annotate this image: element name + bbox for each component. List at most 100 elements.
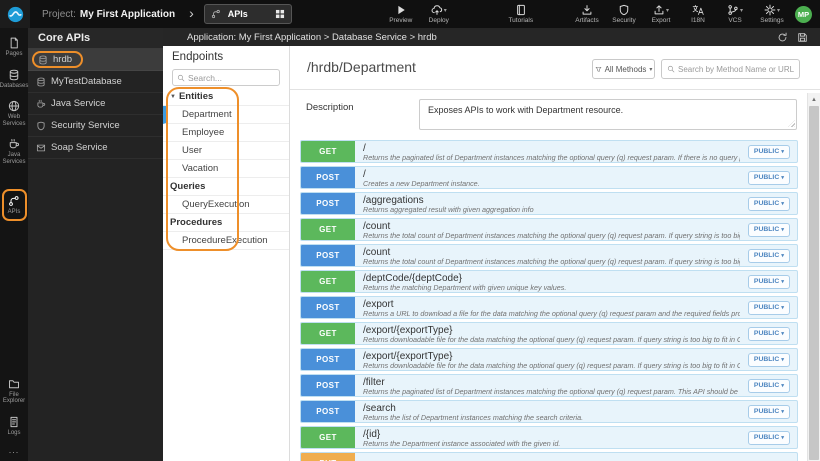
api-endpoint-row[interactable]: PUT PUBLIC ▾ <box>300 452 798 461</box>
grid-icon[interactable] <box>275 9 285 19</box>
endpoints-group-procedures[interactable]: ▼ Procedures <box>163 214 289 232</box>
sidebar-item-pages[interactable]: Pages <box>1 37 28 58</box>
service-item-java-service[interactable]: Java Service <box>28 93 163 115</box>
settings-button[interactable]: ▾ Settings <box>759 4 785 24</box>
tutorials-button[interactable]: ▾ Tutorials <box>508 4 534 24</box>
access-dropdown[interactable]: PUBLIC ▾ <box>747 274 790 289</box>
endpoint-item-employee[interactable]: Employee <box>163 124 289 142</box>
endpoint-description: Returns the paginated list of Department… <box>363 387 740 396</box>
post-method-badge: POST <box>301 167 355 188</box>
security-button[interactable]: ▾ Security <box>611 4 637 24</box>
soap-icon <box>36 143 46 153</box>
endpoint-description: Creates a new Department instance. <box>363 179 480 188</box>
api-endpoint-row[interactable]: POST / Creates a new Department instance… <box>300 166 798 189</box>
endpoint-list: GET / Returns the paginated list of Depa… <box>290 135 820 461</box>
method-search[interactable] <box>661 59 800 79</box>
put-method-badge: PUT <box>301 453 355 461</box>
api-endpoint-row[interactable]: POST /search Returns the list of Departm… <box>300 400 798 423</box>
sidebar-item-databases[interactable]: Databases <box>0 69 28 90</box>
access-dropdown[interactable]: PUBLIC ▾ <box>747 248 790 263</box>
access-dropdown[interactable]: PUBLIC ▾ <box>747 196 790 211</box>
caret-down-icon: ▾ <box>665 7 669 14</box>
service-item-soap-service[interactable]: Soap Service <box>28 137 163 159</box>
access-dropdown[interactable]: PUBLIC ▾ <box>747 326 790 341</box>
post-method-badge: POST <box>301 349 355 370</box>
service-item-security-service[interactable]: Security Service <box>28 115 163 137</box>
scroll-up-icon[interactable]: ▲ <box>808 93 820 106</box>
preview-button[interactable]: ▾ Preview <box>388 4 414 24</box>
shield-icon <box>618 4 630 16</box>
description-label: Description <box>306 102 354 113</box>
log-icon <box>8 416 20 428</box>
post-method-badge: POST <box>301 401 355 422</box>
access-dropdown[interactable]: PUBLIC ▾ <box>747 300 790 315</box>
endpoints-group-queries[interactable]: ▼ Queries <box>163 178 289 196</box>
access-dropdown[interactable]: PUBLIC ▾ <box>747 404 790 419</box>
toolbar-left: ▾ Preview ▾ Deploy ▾ Tutorials <box>292 4 534 24</box>
endpoint-item-user[interactable]: User <box>163 142 289 160</box>
endpoint-item-vacation[interactable]: Vacation <box>163 160 289 178</box>
vcs-button[interactable]: ▾ VCS <box>722 4 748 24</box>
api-endpoint-row[interactable]: GET /export/{exportType} Returns downloa… <box>300 322 798 345</box>
endpoint-path: / <box>363 143 366 154</box>
user-avatar[interactable]: MP <box>795 5 812 23</box>
i18n-icon <box>692 4 704 16</box>
endpoint-path: /export/{exportType} <box>363 351 453 362</box>
api-endpoint-row[interactable]: POST /export/{exportType} Returns downlo… <box>300 348 798 371</box>
branch-icon <box>727 4 739 16</box>
more-options-button[interactable]: ... <box>9 446 20 455</box>
access-dropdown[interactable]: PUBLIC ▾ <box>747 222 790 237</box>
post-method-badge: POST <box>301 297 355 318</box>
endpoint-item-procedureexecution[interactable]: ProcedureExecution <box>163 232 289 250</box>
method-search-input[interactable] <box>678 64 794 74</box>
sidebar-item-java-services[interactable]: Java Services <box>1 138 28 165</box>
access-dropdown[interactable]: PUBLIC ▾ <box>747 430 790 445</box>
description-input[interactable]: Exposes APIs to work with Department res… <box>419 99 797 130</box>
tab-label: APIs <box>227 9 248 19</box>
i18n-button[interactable]: ▾ I18N <box>685 4 711 24</box>
endpoints-group-entities[interactable]: ▼ Entities <box>163 88 289 106</box>
endpoint-item-department[interactable]: Department <box>163 106 289 124</box>
globe-icon <box>8 100 20 112</box>
methods-filter-dropdown[interactable]: All Methods ▾ <box>592 59 655 79</box>
database-icon <box>8 69 20 81</box>
endpoint-item-queryexecution[interactable]: QueryExecution <box>163 196 289 214</box>
service-item-hrdb[interactable]: hrdb <box>28 49 163 71</box>
refresh-icon[interactable] <box>777 32 788 43</box>
scrollbar-thumb[interactable] <box>809 106 819 460</box>
scrollbar[interactable]: ▲ <box>807 93 820 461</box>
api-endpoint-row[interactable]: GET /{id} Returns the Department instanc… <box>300 426 798 449</box>
save-icon[interactable] <box>797 32 808 43</box>
main-header: /hrdb/Department All Methods ▾ <box>290 46 820 90</box>
api-endpoint-row[interactable]: POST /aggregations Returns aggregated re… <box>300 192 798 215</box>
access-dropdown[interactable]: PUBLIC ▾ <box>747 170 790 185</box>
deploy-button[interactable]: ▾ Deploy <box>426 4 452 24</box>
access-dropdown[interactable]: PUBLIC ▾ <box>747 144 790 159</box>
endpoints-search-input[interactable] <box>188 72 275 83</box>
sidebar-item-apis[interactable]: APIs <box>1 189 27 221</box>
api-endpoint-row[interactable]: POST /filter Returns the paginated list … <box>300 374 798 397</box>
access-dropdown[interactable]: PUBLIC ▾ <box>747 378 790 393</box>
api-endpoint-row[interactable]: POST /count Returns the total count of D… <box>300 244 798 267</box>
api-endpoint-row[interactable]: GET / Returns the paginated list of Depa… <box>300 140 798 163</box>
api-endpoint-row[interactable]: POST /export Returns a URL to download a… <box>300 296 798 319</box>
sidebar-item-logs[interactable]: Logs <box>1 416 28 437</box>
endpoint-description: Returns the Department instance associat… <box>363 439 561 448</box>
app-logo[interactable] <box>0 0 30 28</box>
endpoints-panel: Endpoints ▼ Entities Department Employee… <box>163 46 290 461</box>
get-method-badge: GET <box>301 271 355 292</box>
service-item-mytestdatabase[interactable]: MyTestDatabase <box>28 71 163 93</box>
sidebar-item-web-services[interactable]: Web Services <box>1 100 28 127</box>
get-method-badge: GET <box>301 141 355 162</box>
api-endpoint-row[interactable]: GET /deptCode/{deptCode} Returns the mat… <box>300 270 798 293</box>
breadcrumb-bar: Application: My First Application > Data… <box>163 28 820 46</box>
folder-icon <box>8 378 20 390</box>
endpoints-search[interactable] <box>172 69 280 86</box>
sidebar-item-file-explorer[interactable]: File Explorer <box>1 378 28 405</box>
tab-apis[interactable]: APIs <box>203 4 292 24</box>
api-endpoint-row[interactable]: GET /count Returns the total count of De… <box>300 218 798 241</box>
export-button[interactable]: ▾ Export <box>648 4 674 24</box>
endpoint-description: Returns a URL to download a file for the… <box>363 309 740 318</box>
access-dropdown[interactable]: PUBLIC ▾ <box>747 352 790 367</box>
artifacts-button[interactable]: ▾ Artifacts <box>574 4 600 24</box>
